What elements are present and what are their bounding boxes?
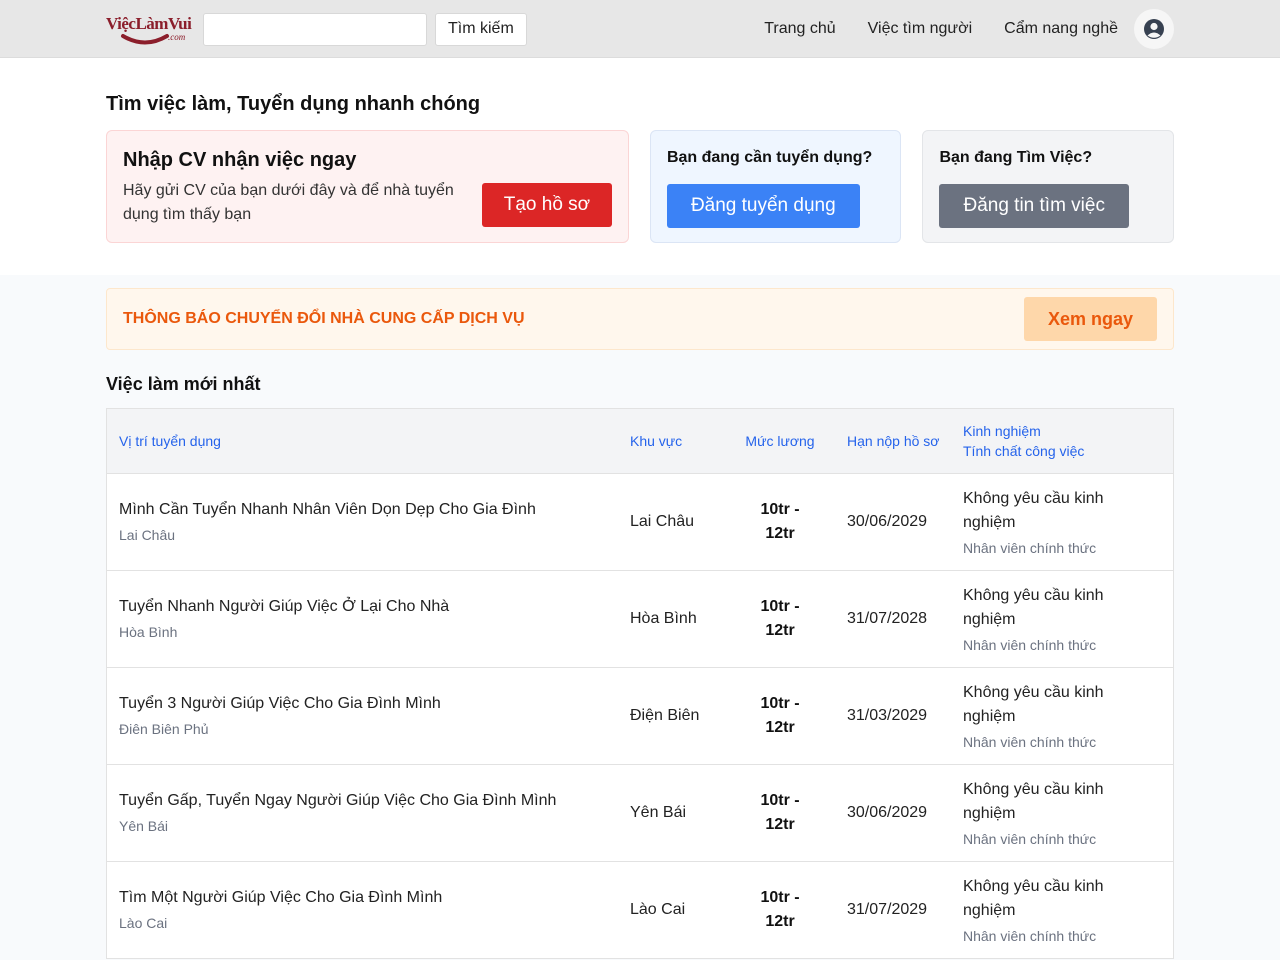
job-type: Nhân viên chính thức: [963, 733, 1097, 750]
page-title: Tìm việc làm, Tuyển dụng nhanh chóng: [106, 93, 481, 115]
job-location: Yên Bái: [119, 818, 169, 834]
job-type: Nhân viên chính thức: [963, 927, 1097, 944]
job-type: Nhân viên chính thức: [963, 636, 1097, 653]
table-row[interactable]: Mình Cần Tuyển Nhanh Nhân Viên Dọn Dẹp C…: [107, 474, 1173, 571]
table-row[interactable]: Tuyển Gấp, Tuyển Ngay Người Giúp Việc Ch…: [107, 765, 1173, 862]
job-experience: Không yêu cầu kinh nghiệm: [963, 780, 1104, 822]
logo-text: ViệcLàmVui: [106, 14, 192, 33]
job-location: Lai Châu: [119, 527, 176, 543]
job-salary: 10tr -12tr: [760, 695, 800, 736]
hero-section: Tìm việc làm, Tuyển dụng nhanh chóng Nhậ…: [0, 58, 1280, 275]
job-title[interactable]: Tuyển Nhanh Người Giúp Việc Ở Lại Cho Nh…: [119, 598, 618, 616]
job-deadline: 31/03/2029: [847, 707, 928, 724]
search-button[interactable]: Tìm kiếm: [435, 12, 527, 46]
notice-banner: THÔNG BÁO CHUYỂN ĐỔI NHÀ CUNG CẤP DỊCH V…: [106, 288, 1174, 350]
header-position: Vị trí tuyển dụng: [119, 433, 221, 449]
hire-card-heading: Bạn đang cần tuyển dụng?: [666, 149, 873, 166]
job-deadline: 31/07/2029: [847, 901, 928, 918]
account-button[interactable]: [1134, 9, 1174, 49]
cv-card-text: Hãy gửi CV của bạn dưới đây và để nhà tu…: [123, 182, 454, 223]
main-nav: Trang chủ Việc tìm người Cẩm nang nghề: [764, 9, 1174, 49]
job-area: Điện Biên: [630, 707, 700, 724]
job-title[interactable]: Mình Cần Tuyển Nhanh Nhân Viên Dọn Dẹp C…: [119, 501, 618, 519]
latest-jobs-title: Việc làm mới nhất: [106, 374, 261, 394]
job-location: Hòa Bình: [119, 624, 178, 640]
nav-career-guide[interactable]: Cẩm nang nghề: [1004, 20, 1118, 38]
user-circle-icon: [1144, 19, 1164, 39]
main-content: THÔNG BÁO CHUYỂN ĐỔI NHÀ CUNG CẤP DỊCH V…: [106, 275, 1174, 959]
job-location: Điên Biên Phủ: [119, 721, 209, 737]
nav-home[interactable]: Trang chủ: [764, 20, 835, 38]
jobs-table: Vị trí tuyển dụng Khu vực Mức lương Hạn …: [106, 408, 1174, 959]
post-job-seeking-button[interactable]: Đăng tin tìm việc: [939, 184, 1129, 228]
cv-card: Nhập CV nhận việc ngay Hãy gửi CV của bạ…: [106, 130, 629, 243]
search-input[interactable]: [203, 12, 427, 46]
job-title[interactable]: Tuyển Gấp, Tuyển Ngay Người Giúp Việc Ch…: [119, 792, 618, 810]
job-area: Hòa Bình: [630, 610, 697, 627]
header-job-type: Tính chất công việc: [963, 443, 1085, 459]
job-type: Nhân viên chính thức: [963, 539, 1097, 556]
cv-card-heading: Nhập CV nhận việc ngay: [123, 149, 357, 171]
job-area: Yên Bái: [630, 804, 687, 821]
view-now-button[interactable]: Xem ngay: [1024, 297, 1157, 341]
nav-jobs-seeking-people[interactable]: Việc tìm người: [868, 20, 973, 38]
job-type: Nhân viên chính thức: [963, 830, 1097, 847]
table-row[interactable]: Tuyển Nhanh Người Giúp Việc Ở Lại Cho Nh…: [107, 571, 1173, 668]
job-salary: 10tr -12tr: [760, 889, 800, 930]
job-area: Lai Châu: [630, 513, 695, 530]
logo-suffix: .com: [168, 32, 186, 42]
job-experience: Không yêu cầu kinh nghiệm: [963, 683, 1104, 725]
header-area: Khu vực: [630, 433, 683, 449]
job-salary: 10tr -12tr: [760, 501, 800, 542]
job-location: Lào Cai: [119, 915, 168, 931]
job-salary: 10tr -12tr: [760, 598, 800, 639]
table-row[interactable]: Tìm Một Người Giúp Việc Cho Gia Đình Mìn…: [107, 862, 1173, 959]
job-deadline: 31/07/2028: [847, 610, 928, 627]
job-title[interactable]: Tìm Một Người Giúp Việc Cho Gia Đình Mìn…: [119, 889, 618, 907]
site-logo[interactable]: ViệcLàmVui .com: [106, 7, 192, 51]
job-area: Lào Cai: [630, 901, 686, 918]
job-experience: Không yêu cầu kinh nghiệm: [963, 489, 1104, 531]
job-experience: Không yêu cầu kinh nghiệm: [963, 877, 1104, 919]
post-job-button[interactable]: Đăng tuyển dụng: [666, 184, 860, 228]
header-deadline: Hạn nộp hồ sơ: [847, 433, 940, 449]
top-navbar: ViệcLàmVui .com Tìm kiếm Trang chủ Việc …: [0, 0, 1280, 58]
job-salary: 10tr -12tr: [760, 792, 800, 833]
header-salary: Mức lương: [745, 433, 815, 449]
job-deadline: 30/06/2029: [847, 804, 928, 821]
logo-smile-icon: [121, 34, 169, 45]
job-title[interactable]: Tuyển 3 Người Giúp Việc Cho Gia Đình Mìn…: [119, 695, 618, 713]
hire-card: Bạn đang cần tuyển dụng? Đăng tuyển dụng: [649, 130, 902, 243]
job-experience: Không yêu cầu kinh nghiệm: [963, 586, 1104, 628]
seek-card: Bạn đang Tìm Việc? Đăng tin tìm việc: [922, 130, 1174, 243]
job-deadline: 30/06/2029: [847, 513, 928, 530]
table-header: Vị trí tuyển dụng Khu vực Mức lương Hạn …: [107, 409, 1173, 474]
table-row[interactable]: Tuyển 3 Người Giúp Việc Cho Gia Đình Mìn…: [107, 668, 1173, 765]
create-profile-button[interactable]: Tạo hồ sơ: [481, 183, 612, 227]
header-experience: Kinh nghiệm: [963, 423, 1041, 439]
seek-card-heading: Bạn đang Tìm Việc?: [939, 149, 1093, 166]
header-experience-type: Kinh nghiệm Tính chất công việc: [945, 421, 1163, 461]
notice-text: THÔNG BÁO CHUYỂN ĐỔI NHÀ CUNG CẤP DỊCH V…: [123, 310, 525, 327]
